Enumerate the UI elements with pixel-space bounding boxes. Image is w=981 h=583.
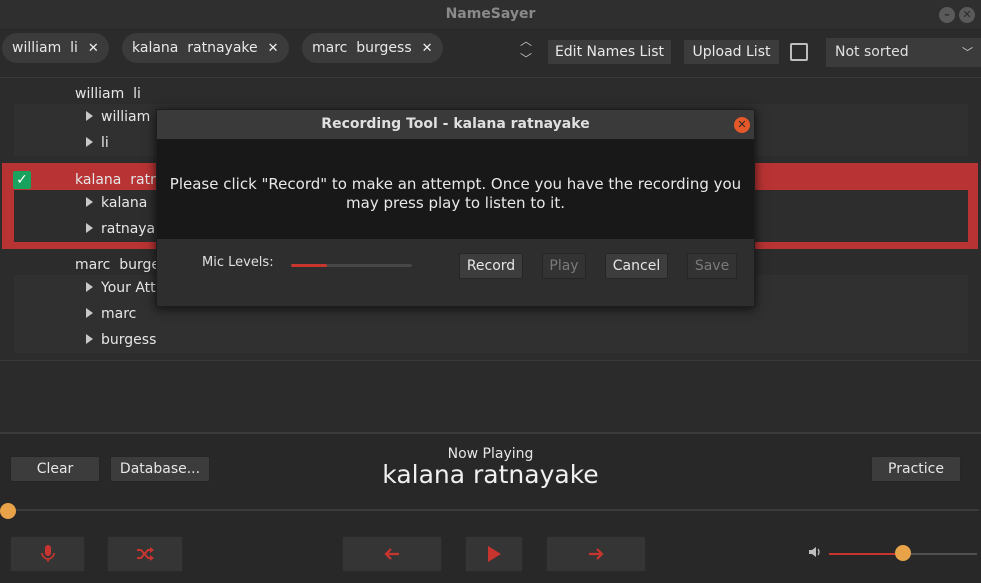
expand-arrow-icon[interactable] — [86, 223, 93, 233]
tree-item[interactable]: burgess — [86, 332, 156, 348]
namesayer-window: NameSayer – ✕ william li ✕ kalana ratnay… — [0, 0, 981, 583]
expand-arrow-icon[interactable] — [86, 282, 93, 292]
dialog-body: Please click "Record" to make an attempt… — [157, 139, 754, 239]
name-chip-william-li[interactable]: william li ✕ — [2, 33, 109, 63]
play-button[interactable]: Play — [542, 253, 586, 279]
close-window-icon[interactable]: ✕ — [959, 7, 975, 23]
shuffle-icon — [137, 547, 154, 561]
tree-item-label: william — [101, 109, 151, 125]
chip-scroll-spinner[interactable]: ︿ ﹀ — [518, 32, 534, 72]
cancel-label: Cancel — [612, 258, 661, 274]
shuffle-button[interactable] — [107, 536, 183, 572]
record-button[interactable]: Record — [459, 253, 523, 279]
remove-chip-icon[interactable]: ✕ — [422, 41, 433, 56]
upload-list-button[interactable]: Upload List — [683, 39, 780, 65]
tree-item[interactable]: william — [86, 109, 150, 125]
checkmark-icon[interactable]: ✓ — [13, 171, 31, 189]
toolbar: william li ✕ kalana ratnayake ✕ marc bur… — [0, 30, 981, 76]
sort-selected-value: Not sorted — [835, 44, 909, 60]
save-label: Save — [694, 258, 730, 274]
edit-names-label: Edit Names List — [554, 44, 665, 60]
tree-item[interactable]: li — [86, 135, 109, 151]
chip-label: kalana ratnayake — [132, 40, 258, 56]
dialog-message-line1: Please click "Record" to make an attempt… — [169, 175, 742, 193]
remove-chip-icon[interactable]: ✕ — [88, 41, 99, 56]
arrow-right-icon — [589, 548, 604, 560]
tree-item-label: kalana — [101, 195, 148, 211]
select-all-checkbox[interactable] — [790, 43, 808, 61]
arrow-left-icon — [384, 548, 399, 560]
volume-fill — [829, 553, 903, 555]
chevron-up-icon[interactable]: ︿ — [518, 32, 534, 50]
previous-button[interactable] — [342, 536, 442, 572]
dialog-footer: Mic Levels: Record Play Cancel Save — [157, 239, 754, 306]
upload-list-label: Upload List — [692, 44, 771, 60]
close-icon[interactable]: ✕ — [734, 117, 750, 133]
tree-item-label: li — [101, 135, 109, 151]
save-button[interactable]: Save — [687, 253, 737, 279]
dialog-message-line2: may press play to listen to it. — [346, 194, 565, 212]
minimize-icon[interactable]: – — [939, 7, 955, 23]
next-button[interactable] — [546, 536, 646, 572]
tree-item[interactable]: marc — [86, 306, 136, 322]
entry-name: william li — [75, 86, 141, 102]
play-label: Play — [549, 258, 579, 274]
recording-tool-dialog: Recording Tool - kalana ratnayake ✕ Plea… — [156, 109, 755, 307]
chevron-down-icon: ﹀ — [962, 46, 973, 59]
play-icon — [488, 546, 501, 562]
dialog-title: Recording Tool - kalana ratnayake — [157, 110, 754, 139]
expand-arrow-icon[interactable] — [86, 308, 93, 318]
title-bar: NameSayer – ✕ — [0, 0, 981, 30]
expand-arrow-icon[interactable] — [86, 111, 93, 121]
window-title: NameSayer — [445, 6, 536, 22]
chip-label: william li — [12, 40, 78, 56]
play-pause-button[interactable] — [465, 536, 523, 572]
microphone-icon — [40, 545, 55, 562]
sort-select[interactable]: Not sorted ﹀ — [826, 38, 981, 67]
expand-arrow-icon[interactable] — [86, 197, 93, 207]
name-chip-kalana-ratnayake[interactable]: kalana ratnayake ✕ — [122, 33, 289, 63]
seek-handle[interactable] — [0, 503, 16, 519]
chevron-down-icon[interactable]: ﹀ — [518, 50, 534, 68]
record-label: Record — [466, 258, 516, 274]
expand-arrow-icon[interactable] — [86, 137, 93, 147]
mic-levels-label: Mic Levels: — [202, 255, 274, 270]
edit-names-list-button[interactable]: Edit Names List — [547, 39, 672, 65]
tree-item[interactable]: kalana — [86, 195, 147, 211]
mic-level-meter — [291, 264, 412, 267]
tree-item-label: burgess — [101, 332, 157, 348]
remove-chip-icon[interactable]: ✕ — [268, 41, 279, 56]
player-panel: Clear Database... Now Playing kalana rat… — [0, 434, 981, 583]
volume-handle[interactable] — [895, 545, 911, 561]
expand-arrow-icon[interactable] — [86, 334, 93, 344]
microphone-button[interactable] — [10, 536, 85, 572]
practice-label: Practice — [888, 461, 944, 477]
tree-item-label: marc — [101, 306, 137, 322]
dialog-message: Please click "Record" to make an attempt… — [157, 175, 754, 213]
practice-button[interactable]: Practice — [871, 456, 961, 482]
mic-level-fill — [291, 264, 327, 267]
cancel-button[interactable]: Cancel — [605, 253, 668, 279]
now-playing-name: kalana ratnayake — [382, 460, 599, 489]
volume-icon — [808, 546, 822, 562]
seek-bar[interactable] — [8, 509, 979, 511]
chip-label: marc burgess — [312, 40, 412, 56]
name-chip-marc-burgess[interactable]: marc burgess ✕ — [302, 33, 443, 63]
